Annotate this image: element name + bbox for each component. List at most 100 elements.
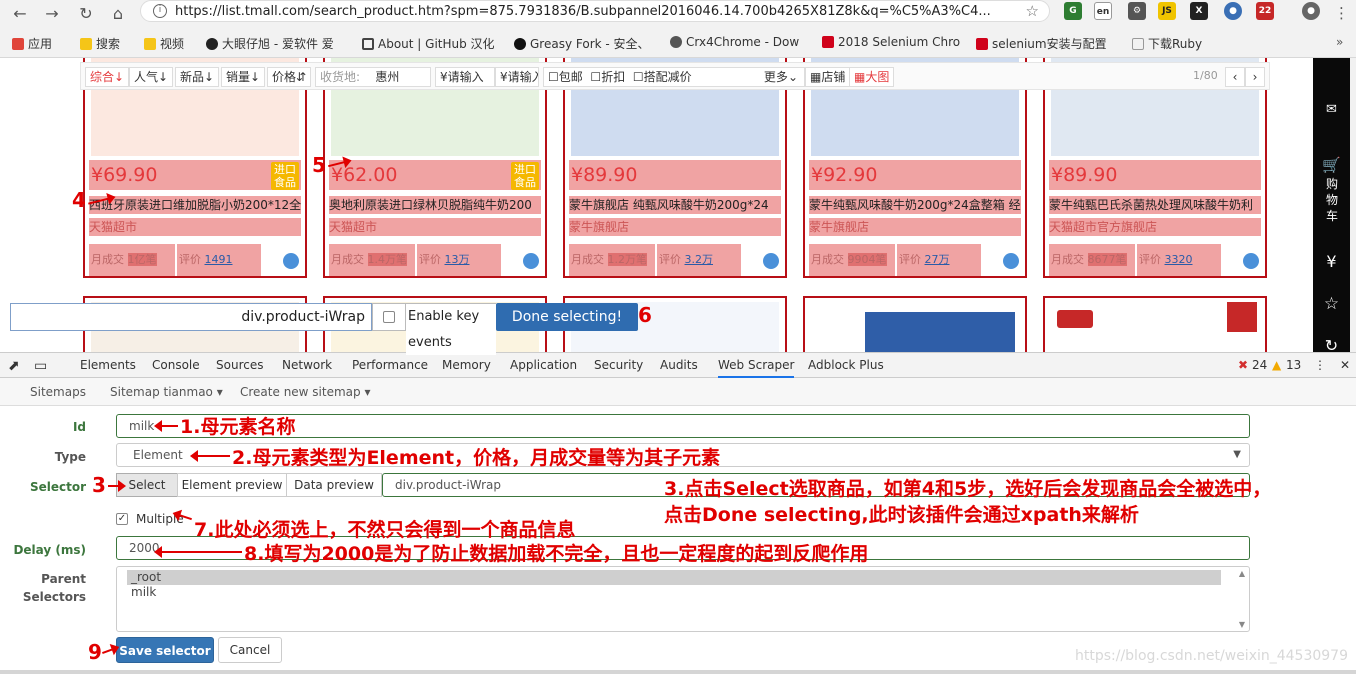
- nav-sitemap-tianmao[interactable]: Sitemap tianmao ▾: [110, 385, 223, 399]
- warning-count[interactable]: 13: [1286, 358, 1301, 372]
- device-icon[interactable]: ▭: [34, 358, 47, 374]
- profile-icon[interactable]: ●: [1302, 2, 1320, 20]
- yen-icon[interactable]: ¥: [1313, 252, 1350, 271]
- reviews[interactable]: 评价 27万: [897, 244, 981, 276]
- devtools-menu-icon[interactable]: ⋮: [1314, 358, 1326, 372]
- extension-icon[interactable]: ⚙: [1128, 2, 1146, 20]
- product-title[interactable]: 蒙牛纯甄巴氏杀菌热处理风味酸牛奶利: [1049, 196, 1261, 214]
- bookmark-item[interactable]: 视频: [144, 35, 184, 52]
- sort-default[interactable]: 综合↓: [85, 67, 130, 87]
- tab-console[interactable]: Console: [152, 358, 200, 372]
- tab-elements[interactable]: Elements: [80, 358, 136, 372]
- reviews[interactable]: 评价 13万: [417, 244, 501, 276]
- product-shop[interactable]: 蒙牛旗舰店: [809, 218, 1021, 236]
- cancel-button[interactable]: Cancel: [218, 637, 282, 663]
- chat-icon[interactable]: [763, 253, 779, 269]
- product-card[interactable]: [1043, 296, 1267, 352]
- extension-icon[interactable]: X: [1190, 2, 1208, 20]
- ship-location[interactable]: 收货地: 惠州: [315, 67, 431, 87]
- close-icon[interactable]: ✕: [1340, 358, 1350, 372]
- reviews[interactable]: 评价 1491: [177, 244, 261, 276]
- parent-selectors-list[interactable]: _root milk ▲ ▼: [116, 566, 1250, 632]
- data-preview-button[interactable]: Data preview: [286, 473, 382, 497]
- tab-performance[interactable]: Performance: [352, 358, 428, 372]
- product-card[interactable]: ¥62.00 进口食品 奥地利原装进口绿林贝脱脂纯牛奶200 天猫超市 月成交 1…: [323, 58, 547, 278]
- tab-web-scraper[interactable]: Web Scraper: [718, 358, 795, 378]
- reload-icon[interactable]: ↻: [74, 2, 98, 26]
- bookmark-item[interactable]: selenium安装与配置: [976, 35, 1107, 52]
- bookmark-item[interactable]: Crx4Chrome - Dow: [670, 35, 799, 49]
- reviews[interactable]: 评价 3320: [1137, 244, 1221, 276]
- scroll-up-icon[interactable]: ▲: [1239, 569, 1245, 578]
- history-icon[interactable]: ↻: [1313, 336, 1350, 352]
- chat-icon[interactable]: [283, 253, 299, 269]
- tab-memory[interactable]: Memory: [442, 358, 491, 372]
- multiple-checkbox[interactable]: ✓: [116, 513, 128, 525]
- extension-icon[interactable]: ●: [1224, 2, 1242, 20]
- product-title[interactable]: 蒙牛旗舰店 纯甄风味酸牛奶200g*24: [569, 196, 781, 214]
- selector-preview-input[interactable]: div.product-iWrap: [10, 303, 372, 331]
- sort-popularity[interactable]: 人气↓: [129, 67, 174, 87]
- price-to-input[interactable]: ¥请输入: [495, 67, 539, 87]
- sort-sales[interactable]: 销量↓: [221, 67, 266, 87]
- star-icon[interactable]: ☆: [1026, 2, 1039, 20]
- devtools-scrollbar[interactable]: [0, 670, 1356, 674]
- product-card[interactable]: ¥89.90 蒙牛旗舰店 纯甄风味酸牛奶200g*24 蒙牛旗舰店 月成交 1.…: [563, 58, 787, 278]
- info-icon[interactable]: i: [153, 4, 167, 18]
- bookmark-item[interactable]: 下载Ruby: [1132, 35, 1202, 52]
- extension-icon[interactable]: en: [1094, 2, 1112, 20]
- tab-sources[interactable]: Sources: [216, 358, 263, 372]
- bookmark-item[interactable]: Greasy Fork - 安全、: [514, 35, 650, 52]
- scroll-down-icon[interactable]: ▼: [1239, 620, 1245, 629]
- cart-label[interactable]: 购物车: [1325, 176, 1339, 224]
- product-shop[interactable]: 蒙牛旗舰店: [569, 218, 781, 236]
- price-from-input[interactable]: ¥请输入: [435, 67, 495, 87]
- checkbox[interactable]: ☐: [590, 70, 601, 84]
- product-shop[interactable]: 天猫超市: [329, 218, 541, 236]
- bookmark-item[interactable]: 2018 Selenium Chro: [822, 35, 960, 49]
- next-page-icon[interactable]: ›: [1245, 67, 1265, 87]
- tab-application[interactable]: Application: [510, 358, 577, 372]
- extension-icon[interactable]: JS: [1158, 2, 1176, 20]
- tab-adblock[interactable]: Adblock Plus: [808, 358, 884, 372]
- tab-network[interactable]: Network: [282, 358, 332, 372]
- error-count[interactable]: 24: [1252, 358, 1267, 372]
- chat-icon[interactable]: [523, 253, 539, 269]
- home-icon[interactable]: ⌂: [106, 2, 130, 26]
- enable-key-checkbox[interactable]: [383, 311, 395, 323]
- view-shop[interactable]: ▦店铺: [805, 67, 851, 87]
- prev-page-icon[interactable]: ‹: [1225, 67, 1245, 87]
- view-large[interactable]: ▦大图: [849, 67, 895, 87]
- bookmark-item[interactable]: 大眼仔旭 - 爱软件 爱: [206, 35, 334, 52]
- product-card[interactable]: ¥69.90 进口食品 西班牙原装进口维加脱脂小奶200*12全 天猫超市 月成交…: [83, 58, 307, 278]
- enable-key-checkbox-wrap[interactable]: [372, 303, 406, 331]
- bookmark-item[interactable]: About | GitHub 汉化: [362, 35, 495, 52]
- product-card[interactable]: ¥92.90 蒙牛纯甄风味酸牛奶200g*24盒整箱 经 蒙牛旗舰店 月成交 9…: [803, 58, 1027, 278]
- reviews[interactable]: 评价 3.2万: [657, 244, 741, 276]
- done-selecting-button[interactable]: Done selecting!: [496, 303, 638, 331]
- menu-icon[interactable]: ⋮: [1334, 4, 1349, 22]
- product-card[interactable]: ¥89.90 蒙牛纯甄巴氏杀菌热处理风味酸牛奶利 天猫超市官方旗舰店 月成交 8…: [1043, 58, 1267, 278]
- bookmarks-overflow-icon[interactable]: »: [1336, 35, 1343, 49]
- warning-icon[interactable]: ▲: [1272, 358, 1281, 372]
- product-title[interactable]: 西班牙原装进口维加脱脂小奶200*12全: [89, 196, 301, 214]
- extension-icon[interactable]: G: [1064, 2, 1082, 20]
- tab-security[interactable]: Security: [594, 358, 643, 372]
- parent-option-root[interactable]: _root: [127, 570, 1221, 585]
- parent-option-milk[interactable]: milk: [127, 585, 1221, 600]
- back-icon[interactable]: ←: [8, 2, 32, 26]
- forward-icon[interactable]: →: [40, 2, 64, 26]
- checkbox[interactable]: ☐: [548, 70, 559, 84]
- element-preview-button[interactable]: Element preview: [177, 473, 287, 497]
- save-selector-button[interactable]: Save selector: [116, 637, 214, 663]
- nav-create-sitemap[interactable]: Create new sitemap ▾: [240, 385, 371, 399]
- error-icon[interactable]: ✖: [1238, 358, 1248, 372]
- product-shop[interactable]: 天猫超市: [89, 218, 301, 236]
- sort-new[interactable]: 新品↓: [175, 67, 220, 87]
- extension-badge[interactable]: 22: [1256, 2, 1274, 20]
- product-title[interactable]: 奥地利原装进口绿林贝脱脂纯牛奶200: [329, 196, 541, 214]
- page-scrollbar[interactable]: [1350, 58, 1356, 352]
- inspect-icon[interactable]: ⬈: [8, 358, 20, 374]
- product-card[interactable]: [803, 296, 1027, 352]
- mail-icon[interactable]: ✉: [1313, 102, 1350, 117]
